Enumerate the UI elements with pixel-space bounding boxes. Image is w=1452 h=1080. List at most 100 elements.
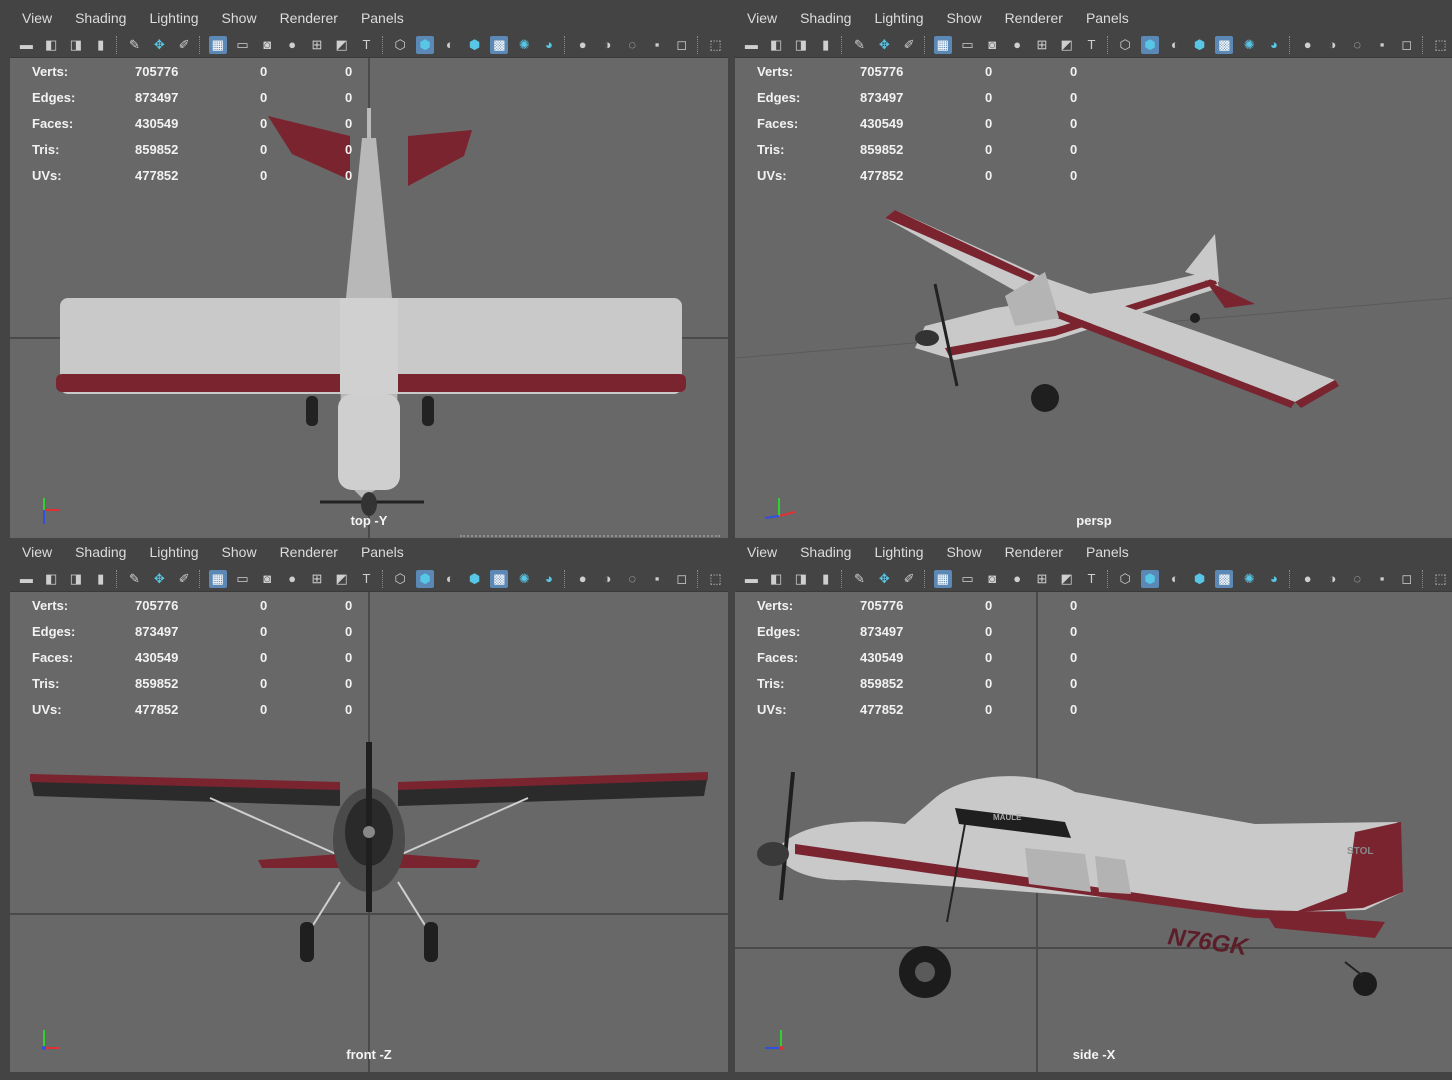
menu-show[interactable]: Show [935,4,993,32]
anti-alias-icon[interactable]: ◌ [1348,570,1366,588]
textured-icon[interactable]: ▩ [490,569,509,588]
scene-view[interactable]: N76GK STOL MAULE Verts: 705776 0 0 Edges: 87… [735,592,1452,1072]
grid-icon[interactable]: ▦ [933,569,952,588]
resolution-gate-icon[interactable]: ◙ [983,570,1001,588]
menu-panels[interactable]: Panels [349,538,415,566]
anti-alias-icon[interactable]: ◌ [1348,36,1366,54]
wireframe-icon[interactable]: ⬡ [391,36,409,54]
motion-blur-icon[interactable]: ◑ [1324,570,1342,588]
scene-view[interactable]: Verts: 705776 0 0 Edges: 873497 0 0 Faces: 4305… [735,58,1452,538]
safe-title-icon[interactable]: T [1083,570,1101,588]
shadows-icon[interactable]: ◕ [540,570,558,588]
shadows-icon[interactable]: ◕ [1265,570,1283,588]
ambient-occlusion-icon[interactable]: ● [1299,36,1317,54]
grease-pencil-icon[interactable]: ✎ [851,36,869,54]
xray-icon[interactable]: ◻ [673,570,691,588]
anti-alias-icon[interactable]: ◌ [623,36,641,54]
field-chart-icon[interactable]: ⊞ [308,570,326,588]
camera-icon[interactable]: ▬ [743,36,761,54]
menu-panels[interactable]: Panels [1074,538,1140,566]
camera-attr-icon[interactable]: ◨ [67,570,85,588]
safe-action-icon[interactable]: ◩ [1058,570,1076,588]
menu-show[interactable]: Show [935,538,993,566]
ambient-occlusion-icon[interactable]: ● [1299,570,1317,588]
smooth-shade-icon[interactable]: ⬢ [416,569,434,588]
motion-blur-icon[interactable]: ◑ [599,570,617,588]
gate-mask-icon[interactable]: ● [1008,570,1026,588]
isolate-icon[interactable]: ▪ [1373,570,1391,588]
menu-renderer[interactable]: Renderer [993,538,1074,566]
gate-mask-icon[interactable]: ● [283,570,301,588]
menu-panels[interactable]: Panels [1074,4,1140,32]
camera-lock-icon[interactable]: ◧ [42,36,60,54]
safe-action-icon[interactable]: ◩ [333,570,351,588]
camera-icon[interactable]: ▬ [18,570,36,588]
menu-renderer[interactable]: Renderer [993,4,1074,32]
resolution-gate-icon[interactable]: ◙ [258,36,276,54]
isolate-icon[interactable]: ▪ [1373,36,1391,54]
grease-pencil-icon[interactable]: ✎ [126,36,144,54]
safe-title-icon[interactable]: T [1083,36,1101,54]
scene-view[interactable]: Verts: 705776 0 0 Edges: 873497 0 0 Faces: 4305… [10,592,728,1072]
anti-alias-icon[interactable]: ◌ [623,570,641,588]
shadows-icon[interactable]: ◕ [540,36,558,54]
grid-icon[interactable]: ▦ [933,35,952,54]
xray-icon[interactable]: ◻ [673,36,691,54]
film-gate-icon[interactable]: ▭ [234,36,252,54]
lights-icon[interactable]: ✺ [515,570,533,588]
menu-lighting[interactable]: Lighting [862,538,934,566]
lights-icon[interactable]: ✺ [1240,36,1258,54]
isolate-icon[interactable]: ▪ [648,570,666,588]
viewport-side[interactable]: View Shading Lighting Show Renderer Pane… [735,538,1452,1072]
viewport-front[interactable]: View Shading Lighting Show Renderer Pane… [10,538,728,1072]
wireframe-icon[interactable]: ⬡ [1116,570,1134,588]
menu-shading[interactable]: Shading [63,4,137,32]
camera-attr-icon[interactable]: ◨ [792,570,810,588]
snap-icon[interactable]: ✥ [875,36,893,54]
scene-view[interactable]: Verts: 705776 0 0 Edges: 873497 0 0 Faces: 4305… [10,58,728,538]
menu-view[interactable]: View [10,4,63,32]
menu-view[interactable]: View [735,4,788,32]
film-gate-icon[interactable]: ▭ [234,570,252,588]
menu-renderer[interactable]: Renderer [268,538,349,566]
wireframe-icon[interactable]: ⬡ [1116,36,1134,54]
paint-icon[interactable]: ✐ [175,36,193,54]
ambient-occlusion-icon[interactable]: ● [574,36,592,54]
field-chart-icon[interactable]: ⊞ [1033,36,1051,54]
textured-icon[interactable]: ▩ [1215,35,1234,54]
bookmark-icon[interactable]: ▮ [817,570,835,588]
bookmark-icon[interactable]: ▮ [92,570,110,588]
film-gate-icon[interactable]: ▭ [959,570,977,588]
smooth-shade-icon[interactable]: ⬢ [416,35,434,54]
viewport-persp[interactable]: View Shading Lighting Show Renderer Pane… [735,4,1452,538]
select-icon[interactable]: ⬚ [707,570,725,588]
menu-shading[interactable]: Shading [788,538,862,566]
grid-icon[interactable]: ▦ [208,569,227,588]
safe-title-icon[interactable]: T [358,36,376,54]
select-icon[interactable]: ⬚ [1432,570,1450,588]
default-material-icon[interactable]: ◐ [441,36,459,54]
gate-mask-icon[interactable]: ● [283,36,301,54]
menu-shading[interactable]: Shading [788,4,862,32]
menu-lighting[interactable]: Lighting [137,4,209,32]
textured-icon[interactable]: ▩ [490,35,509,54]
field-chart-icon[interactable]: ⊞ [1033,570,1051,588]
camera-attr-icon[interactable]: ◨ [792,36,810,54]
gate-mask-icon[interactable]: ● [1008,36,1026,54]
bookmark-icon[interactable]: ▮ [817,36,835,54]
lights-icon[interactable]: ✺ [515,36,533,54]
motion-blur-icon[interactable]: ◑ [599,36,617,54]
bookmark-icon[interactable]: ▮ [92,36,110,54]
default-material-icon[interactable]: ◐ [1166,570,1184,588]
camera-lock-icon[interactable]: ◧ [767,36,785,54]
default-material-icon[interactable]: ◐ [1166,36,1184,54]
camera-attr-icon[interactable]: ◨ [67,36,85,54]
grease-pencil-icon[interactable]: ✎ [126,570,144,588]
menu-panels[interactable]: Panels [349,4,415,32]
grease-pencil-icon[interactable]: ✎ [851,570,869,588]
wireframe-on-shaded-icon[interactable]: ⬢ [466,36,484,54]
safe-action-icon[interactable]: ◩ [1058,36,1076,54]
default-material-icon[interactable]: ◐ [441,570,459,588]
grid-icon[interactable]: ▦ [208,35,227,54]
menu-lighting[interactable]: Lighting [862,4,934,32]
